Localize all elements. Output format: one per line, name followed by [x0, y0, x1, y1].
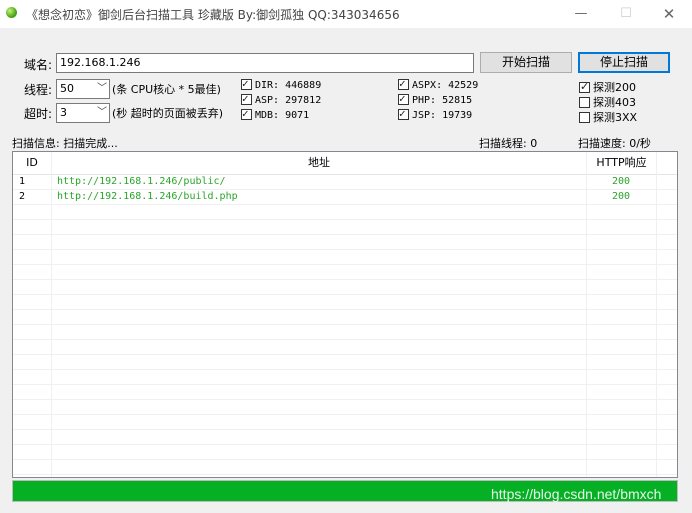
- dict-asp-label: ASP: 297812: [255, 95, 322, 106]
- table-row[interactable]: 2 http://192.168.1.246/build.php 200: [13, 190, 677, 205]
- window-title: 《想念初恋》御剑后台扫描工具 珍藏版 By:御剑孤独 QQ:343034656: [26, 8, 400, 22]
- probe-403-checkbox[interactable]: 探测403: [579, 94, 636, 110]
- dict-php-label: PHP: 52815: [412, 95, 473, 106]
- empty-table-row: [13, 235, 677, 250]
- table-header: ID 地址 HTTP响应: [13, 152, 677, 175]
- row-id: 2: [19, 191, 26, 202]
- checkbox-checked-icon: [398, 92, 409, 105]
- checkbox-checked-icon: [398, 77, 409, 90]
- row-http-code: 200: [612, 176, 631, 187]
- row-url: http://192.168.1.246/public/: [57, 176, 226, 187]
- column-header-address[interactable]: 地址: [52, 152, 587, 174]
- timeout-value: 3: [60, 106, 67, 119]
- empty-table-row: [13, 415, 677, 430]
- empty-table-row: [13, 280, 677, 295]
- checkbox-checked-icon: [241, 92, 252, 105]
- empty-table-row: [13, 460, 677, 475]
- checkbox-checked-icon: [579, 80, 590, 93]
- dict-asp-checkbox[interactable]: ASP: 297812: [241, 92, 322, 106]
- dict-mdb-label: MDB: 9071: [255, 110, 310, 121]
- column-header-http-response[interactable]: HTTP响应: [587, 152, 657, 174]
- timeout-hint: (秒 超时的页面被丢弃): [112, 107, 224, 120]
- checkbox-checked-icon: [241, 107, 252, 120]
- table-body: 1 http://192.168.1.246/public/ 200 2 htt…: [13, 175, 677, 475]
- chevron-down-icon: ﹀: [97, 107, 107, 118]
- stop-scan-button[interactable]: 停止扫描: [578, 52, 670, 73]
- checkbox-unchecked-icon: [579, 112, 590, 123]
- empty-table-row: [13, 205, 677, 220]
- row-id: 1: [19, 176, 26, 187]
- table-row[interactable]: 1 http://192.168.1.246/public/ 200: [13, 175, 677, 190]
- empty-table-row: [13, 220, 677, 235]
- scan-threads-status: 扫描线程: 0: [479, 137, 538, 150]
- empty-table-row: [13, 370, 677, 385]
- main-panel: 域名: 192.168.1.246 开始扫描 停止扫描 线程: 50 ﹀ (条 …: [0, 28, 692, 513]
- probe-200-label: 探测200: [593, 81, 636, 94]
- probe-200-checkbox[interactable]: 探测200: [579, 79, 636, 95]
- maximize-button[interactable]: ☐: [611, 4, 641, 24]
- threads-select[interactable]: 50 ﹀: [56, 79, 110, 99]
- probe-3xx-label: 探测3XX: [593, 111, 638, 124]
- empty-table-row: [13, 340, 677, 355]
- chevron-down-icon: ﹀: [97, 83, 107, 94]
- scan-info-status: 扫描信息: 扫描完成...: [12, 137, 118, 150]
- row-http-code: 200: [612, 191, 631, 202]
- empty-table-row: [13, 250, 677, 265]
- dict-jsp-checkbox[interactable]: JSP: 19739: [398, 107, 473, 121]
- dict-aspx-checkbox[interactable]: ASPX: 42529: [398, 77, 479, 91]
- dict-aspx-label: ASPX: 42529: [412, 80, 479, 91]
- row-url: http://192.168.1.246/build.php: [57, 191, 238, 202]
- dict-dir-label: DIR: 446889: [255, 80, 322, 91]
- watermark-text: https://blog.csdn.net/bmxch: [491, 486, 662, 502]
- threads-value: 50: [60, 82, 74, 95]
- checkbox-checked-icon: [398, 107, 409, 120]
- empty-table-row: [13, 310, 677, 325]
- empty-table-row: [13, 295, 677, 310]
- checkbox-checked-icon: [241, 77, 252, 90]
- empty-table-row: [13, 430, 677, 445]
- threads-label: 线程:: [24, 83, 53, 97]
- domain-input[interactable]: 192.168.1.246: [56, 53, 474, 73]
- empty-table-row: [13, 400, 677, 415]
- probe-3xx-checkbox[interactable]: 探测3XX: [579, 109, 637, 125]
- empty-table-row: [13, 445, 677, 460]
- timeout-select[interactable]: 3 ﹀: [56, 103, 110, 123]
- close-button[interactable]: ✕: [654, 4, 684, 24]
- domain-label: 域名:: [24, 58, 53, 72]
- empty-table-row: [13, 265, 677, 280]
- empty-table-row: [13, 385, 677, 400]
- dict-mdb-checkbox[interactable]: MDB: 9071: [241, 107, 310, 121]
- dict-php-checkbox[interactable]: PHP: 52815: [398, 92, 473, 106]
- app-icon: [6, 7, 17, 18]
- results-table[interactable]: ID 地址 HTTP响应 1 http://192.168.1.246/publ…: [12, 151, 678, 478]
- start-scan-button[interactable]: 开始扫描: [480, 52, 572, 73]
- minimize-button[interactable]: —: [566, 4, 596, 24]
- threads-hint: (条 CPU核心 * 5最佳): [112, 83, 221, 96]
- timeout-label: 超时:: [24, 107, 53, 121]
- empty-table-row: [13, 355, 677, 370]
- empty-table-row: [13, 325, 677, 340]
- checkbox-unchecked-icon: [579, 97, 590, 108]
- probe-403-label: 探测403: [593, 96, 636, 109]
- dict-jsp-label: JSP: 19739: [412, 110, 473, 121]
- title-bar: 《想念初恋》御剑后台扫描工具 珍藏版 By:御剑孤独 QQ:343034656 …: [0, 0, 692, 28]
- column-header-id[interactable]: ID: [13, 152, 52, 174]
- dict-dir-checkbox[interactable]: DIR: 446889: [241, 77, 322, 91]
- scan-speed-status: 扫描速度: 0/秒: [578, 137, 651, 150]
